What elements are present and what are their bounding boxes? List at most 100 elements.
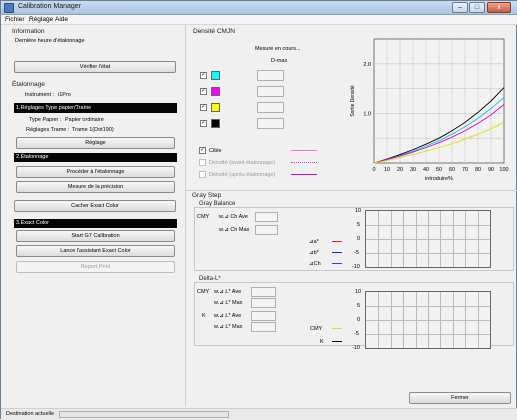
section-calibration-header: 2.Étalonnage (14, 153, 177, 162)
paper-type-label: Type Papier : (29, 117, 62, 123)
instrument-label: Instrument : (25, 92, 55, 98)
black-dmax-field[interactable] (257, 118, 284, 129)
grid-line-v (428, 292, 429, 348)
grid-line-v (390, 211, 392, 267)
cyan-checkbox[interactable]: ✓ (200, 72, 207, 79)
k-l-max-label: w.⊿ L* Max (214, 324, 243, 330)
delta-cmy-label: CMY (197, 289, 210, 295)
status-bar: Destination actuelle (1, 408, 517, 420)
density-title: Densité CMJN (193, 28, 235, 35)
menu-fichier[interactable]: Fichier (5, 16, 25, 23)
gb-tick-10: 10 (355, 208, 362, 214)
minimize-button[interactable]: – (452, 2, 468, 13)
x-tick-label: 40 (423, 167, 429, 173)
ch-max-field (255, 225, 278, 235)
gray-balance-graph (365, 210, 491, 268)
yellow-dmax-field[interactable] (257, 102, 284, 113)
proceed-calibration-button[interactable]: Procéder à l'étalonnage (16, 166, 175, 178)
grid-line-v (465, 292, 467, 348)
exact-color-assistant-button[interactable]: Lance l'assistant Exact Color (16, 245, 175, 257)
magenta-dmax-field[interactable] (257, 86, 284, 97)
cmy-l-ave-field (251, 287, 276, 297)
target-checkbox[interactable]: ✓ (199, 147, 206, 154)
grid-line-v (403, 211, 405, 267)
grid-line-v (440, 292, 442, 348)
hide-exact-color-button[interactable]: Cacher Exact Color (14, 200, 176, 212)
legend-k-line (332, 341, 342, 342)
cyan-dmax-field[interactable] (257, 70, 284, 81)
cyan-swatch (211, 71, 220, 80)
legend-delta-ch-line (332, 263, 342, 264)
grid-line-v (452, 292, 454, 348)
x-tick-label: 90 (488, 167, 494, 173)
measure-accuracy-button[interactable]: Mesure de la précision (16, 181, 175, 193)
black-swatch (211, 119, 220, 128)
grid-line-v (378, 211, 380, 267)
magenta-swatch (211, 87, 220, 96)
cmy-label: CMY (197, 214, 210, 220)
paper-type-value: Papier ordinaire (65, 117, 104, 123)
grid-line-v (403, 292, 405, 348)
section-paper-screen-header: 1.Réglages Type papier/Trame (14, 103, 177, 113)
grid-line-v (415, 211, 417, 267)
x-tick-label: 20 (397, 167, 403, 173)
cmy-l-ave-label: w.⊿ L* Ave (214, 289, 242, 295)
after-legend-line (291, 174, 317, 175)
legend-delta-a-line (332, 241, 342, 242)
k-l-ave-label: w.⊿ L* Ave (214, 313, 242, 319)
dl-tick-m10: -10 (352, 345, 360, 351)
app-icon (4, 3, 14, 13)
legend-k: K (320, 339, 324, 345)
measuring-label: Mesure en cours... (255, 46, 301, 52)
legend-delta-b-line (332, 252, 342, 253)
window-title: Calibration Manager (18, 3, 82, 10)
before-density-checkbox (199, 159, 206, 166)
x-tick-label: 10 (384, 167, 390, 173)
gray-separator (186, 190, 517, 191)
grid-line-v (477, 211, 479, 267)
ch-ave-field (255, 212, 278, 222)
gb-tick-5: 5 (357, 222, 361, 228)
instrument-value: i1Pro (58, 92, 71, 98)
verify-status-button[interactable]: Vérifier l'état (14, 61, 176, 73)
dl-tick-0: 0 (357, 317, 361, 323)
dmax-label: D-max (271, 58, 288, 64)
delta-l-graph (365, 291, 491, 349)
menu-reglage[interactable]: Réglage (29, 16, 53, 23)
start-g7-button[interactable]: Start G7 Calibration (16, 230, 175, 242)
grid-line-v (465, 211, 467, 267)
screen-setting-label: Réglages Trame : (26, 127, 70, 133)
menu-bar: Fichier Réglage Aide (1, 15, 517, 25)
grid-line-v (378, 292, 380, 348)
after-density-label: Densité (après étalonnage) (209, 172, 276, 178)
black-checkbox[interactable]: ✓ (200, 120, 207, 127)
delta-k-label: K (202, 313, 206, 319)
yellow-checkbox[interactable]: ✓ (200, 104, 207, 111)
menu-aide[interactable]: Aide (55, 16, 68, 23)
gb-tick-m5: -5 (354, 250, 359, 256)
k-l-ave-field (251, 311, 276, 321)
section-exact-color-header: 3.Exact Color (14, 219, 177, 228)
cmy-l-max-label: w.⊿ L* Max (214, 300, 243, 306)
legend-cmy: CMY (310, 326, 323, 332)
gb-tick-m10: -10 (352, 264, 360, 270)
close-button[interactable]: Fermer (409, 392, 511, 404)
report-print-button: Report Print (16, 261, 175, 273)
grid-line-v (428, 211, 429, 267)
maximize-button[interactable]: □ (469, 2, 485, 13)
x-tick-label: 80 (475, 167, 481, 173)
x-tick-label: 70 (462, 167, 468, 173)
close-window-button[interactable]: x (487, 2, 511, 13)
setting-button[interactable]: Réglage (16, 137, 175, 149)
dl-tick-5: 5 (357, 303, 361, 309)
cmy-l-max-field (251, 298, 276, 308)
ch-ave-label: w.⊿ Ch Ave (219, 214, 248, 220)
x-axis-label: introduire% (425, 176, 453, 182)
status-destination-label: Destination actuelle (6, 411, 55, 417)
gb-tick-0: 0 (357, 236, 361, 242)
magenta-checkbox[interactable]: ✓ (200, 88, 207, 95)
calibration-manager-window: Calibration Manager – □ x Fichier Réglag… (0, 0, 517, 420)
grid-line-v (452, 211, 454, 267)
x-tick-label: 50 (436, 167, 442, 173)
x-tick-label: 30 (410, 167, 416, 173)
